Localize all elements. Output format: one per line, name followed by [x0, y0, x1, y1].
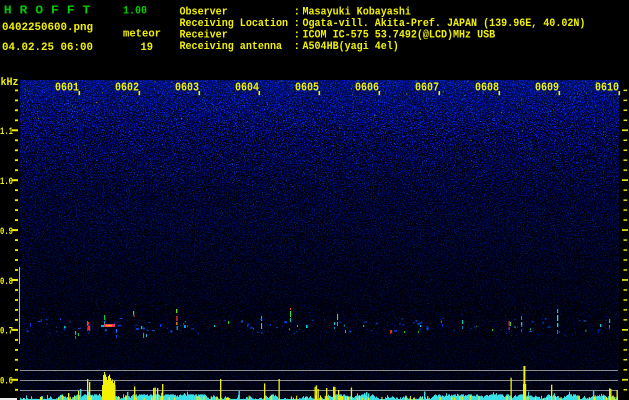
svg-text:kHz: kHz — [1, 77, 19, 89]
svg-text:0608: 0608 — [475, 81, 499, 95]
svg-text::: : — [294, 41, 301, 53]
svg-text:0607: 0607 — [415, 81, 439, 95]
svg-text:0601: 0601 — [55, 81, 79, 95]
svg-text:04.02.25 06:00: 04.02.25 06:00 — [2, 42, 93, 54]
svg-text:0603: 0603 — [175, 81, 199, 95]
svg-text:A504HB(yagi 4el): A504HB(yagi 4el) — [303, 41, 399, 53]
svg-text::: : — [294, 30, 301, 42]
svg-text:0604: 0604 — [235, 81, 259, 95]
svg-text:Ogata-vill. Akita-Pref. JAPAN: Ogata-vill. Akita-Pref. JAPAN (139.96E, … — [303, 18, 586, 30]
svg-text:0602: 0602 — [115, 81, 139, 95]
svg-text::: : — [294, 6, 301, 18]
svg-text:1.1: 1.1 — [0, 127, 13, 138]
svg-text:Receiver: Receiver — [180, 30, 228, 42]
svg-text::: : — [294, 18, 301, 30]
svg-text:0.6: 0.6 — [0, 377, 13, 388]
svg-text:meteor: meteor — [123, 29, 161, 41]
svg-text:ICOM IC-575 53.7492(@LCD)MHz U: ICOM IC-575 53.7492(@LCD)MHz USB — [303, 30, 496, 42]
svg-text:Receiving antenna: Receiving antenna — [180, 41, 283, 53]
svg-text:Receiving Location: Receiving Location — [180, 18, 289, 30]
svg-text:0.9: 0.9 — [0, 227, 13, 238]
svg-text:Observer: Observer — [180, 6, 228, 18]
svg-text:0605: 0605 — [295, 81, 319, 95]
svg-text:0606: 0606 — [355, 81, 379, 95]
svg-text:0610: 0610 — [595, 81, 619, 95]
svg-text:Masayuki Kobayashi: Masayuki Kobayashi — [303, 6, 412, 18]
svg-text:19: 19 — [141, 42, 154, 54]
svg-text:0609: 0609 — [535, 81, 559, 95]
svg-text:0402250600.png: 0402250600.png — [2, 22, 93, 34]
svg-text:1.00: 1.00 — [123, 6, 147, 18]
svg-text:H R O F F T: H R O F F T — [4, 4, 91, 18]
svg-text:0.7: 0.7 — [0, 327, 13, 338]
svg-text:0.8: 0.8 — [0, 277, 13, 288]
svg-text:1.0: 1.0 — [0, 177, 13, 188]
